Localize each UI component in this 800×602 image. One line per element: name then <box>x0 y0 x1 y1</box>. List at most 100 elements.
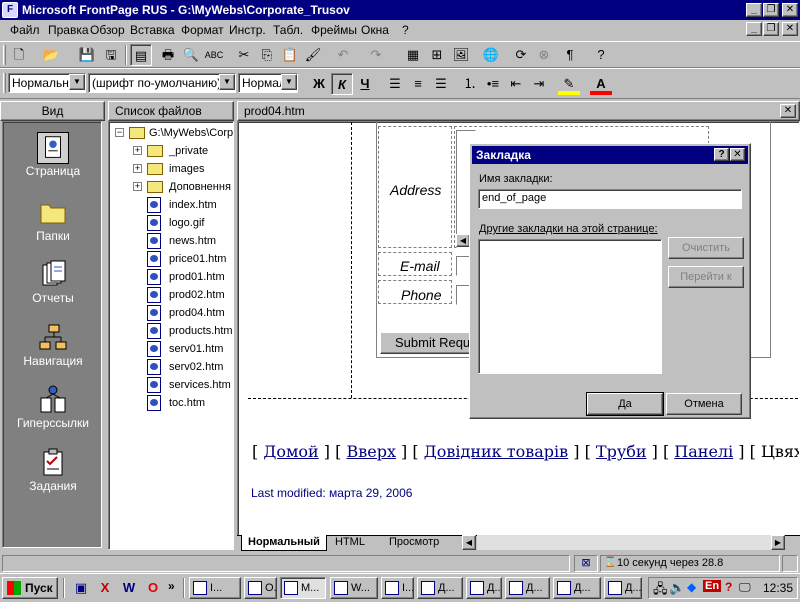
close-page-button[interactable]: ✕ <box>780 104 796 118</box>
expand-icon[interactable]: + <box>133 182 142 191</box>
doc-restore-button[interactable]: ❐ <box>763 22 779 36</box>
bold-icon[interactable]: Ж <box>308 73 330 95</box>
italic-icon[interactable]: К <box>331 73 353 95</box>
highlight-color-icon[interactable]: ✎ <box>558 73 580 95</box>
view-page[interactable]: Страница <box>3 132 103 178</box>
nav-link-up[interactable]: Вверх <box>346 442 396 461</box>
print-icon[interactable]: 🖶 <box>157 44 179 66</box>
cut-icon[interactable]: ✂ <box>233 44 255 66</box>
taskbar-window-button[interactable]: I... <box>381 577 414 599</box>
insert-component-icon[interactable]: ▦ <box>402 44 424 66</box>
open-folder-icon[interactable]: 📂 <box>40 44 62 66</box>
tray-volume-icon[interactable]: 🔊 <box>669 580 685 596</box>
nav-link-pipes[interactable]: Труби <box>596 442 647 461</box>
view-tasks[interactable]: Задания <box>3 447 103 493</box>
publish-icon[interactable]: 🖫 <box>100 44 122 66</box>
dialog-close-icon[interactable]: ✕ <box>730 148 745 161</box>
tab-preview[interactable]: Просмотр <box>389 536 439 548</box>
start-button[interactable]: Пуск <box>2 577 58 599</box>
toolbar-grip[interactable] <box>3 45 6 65</box>
numbering-icon[interactable]: ⒈ <box>459 73 481 95</box>
taskbar-window-button[interactable]: Д... <box>505 577 550 599</box>
font-select[interactable]: (шрифт по-умолчанию) ▼ <box>88 73 236 93</box>
align-left-icon[interactable]: ☰ <box>384 73 406 95</box>
tab-html[interactable]: HTML <box>335 536 365 548</box>
quicklaunch-frontpage-icon[interactable]: ▣ <box>70 577 92 599</box>
font-color-icon[interactable]: A <box>590 73 612 95</box>
chevron-down-icon[interactable]: ▼ <box>219 74 235 90</box>
menu-view[interactable]: Обзор <box>90 23 125 37</box>
style-select[interactable]: Нормальный ▼ <box>8 73 86 93</box>
nav-link-panels[interactable]: Панелі <box>674 442 733 461</box>
frontpage-app-icon[interactable]: F <box>2 2 18 18</box>
align-center-icon[interactable]: ≡ <box>407 73 429 95</box>
nav-link-catalog[interactable]: Довідник товарів <box>424 442 568 461</box>
undo-icon[interactable]: ↶ <box>332 44 354 66</box>
nav-link-home[interactable]: Домой <box>263 442 318 461</box>
bullets-icon[interactable]: •≡ <box>482 73 504 95</box>
nav-link-nails[interactable]: Цвях <box>761 442 799 461</box>
expand-icon[interactable]: + <box>133 164 142 173</box>
menu-windows[interactable]: Окна <box>361 23 389 37</box>
decrease-indent-icon[interactable]: ⇤ <box>505 73 527 95</box>
menu-insert[interactable]: Вставка <box>130 23 175 37</box>
scroll-left-icon[interactable]: ◀ <box>456 234 470 247</box>
menu-file[interactable]: Файл <box>10 23 40 37</box>
hyperlink-icon[interactable]: 🌐 <box>480 44 502 66</box>
size-select[interactable]: Нормаль ▼ <box>238 73 298 93</box>
stop-icon[interactable]: ⊗ <box>533 44 555 66</box>
new-page-icon[interactable]: 🗋 <box>8 44 30 66</box>
taskbar-window-button[interactable]: I... <box>189 577 241 599</box>
chevron-down-icon[interactable]: ▼ <box>281 74 297 90</box>
taskbar-window-button[interactable]: W... <box>330 577 378 599</box>
view-navigation[interactable]: Навигация <box>3 322 103 368</box>
insert-picture-icon[interactable]: 🖼 <box>450 44 472 66</box>
refresh-icon[interactable]: ⟳ <box>510 44 532 66</box>
view-hyperlinks[interactable]: Гиперссылки <box>3 384 103 430</box>
doc-close-button[interactable]: ✕ <box>782 22 798 36</box>
close-button[interactable]: ✕ <box>782 3 798 17</box>
show-all-icon[interactable]: ¶ <box>559 44 581 66</box>
help-icon[interactable]: ? <box>590 44 612 66</box>
clear-button[interactable]: Очистить <box>668 237 744 259</box>
other-bookmarks-list[interactable] <box>478 239 662 374</box>
menu-help[interactable]: ? <box>402 23 409 37</box>
quicklaunch-excel-icon[interactable]: X <box>94 577 116 599</box>
expand-icon[interactable]: + <box>133 146 142 155</box>
save-icon[interactable]: 💾 <box>76 44 98 66</box>
taskbar-window-button[interactable]: Д... <box>466 577 502 599</box>
doc-minimize-button[interactable]: _ <box>746 22 762 36</box>
ok-button[interactable]: Да <box>586 392 664 416</box>
redo-icon[interactable]: ↷ <box>365 44 387 66</box>
bookmark-name-input[interactable]: end_of_page <box>478 189 742 209</box>
paste-icon[interactable]: 📋 <box>279 44 301 66</box>
tray-help-icon[interactable]: ? <box>725 580 732 594</box>
format-painter-icon[interactable]: 🖌 <box>302 44 324 66</box>
align-right-icon[interactable]: ☰ <box>430 73 452 95</box>
taskbar-window-button[interactable]: O... <box>244 577 277 599</box>
goto-button[interactable]: Перейти к <box>668 266 744 288</box>
print-preview-icon[interactable]: 🔍 <box>180 44 202 66</box>
toolbar-grip[interactable] <box>3 73 6 93</box>
quicklaunch-opera-icon[interactable]: O <box>142 577 164 599</box>
menu-table[interactable]: Табл. <box>273 23 303 37</box>
more-icon[interactable]: » <box>168 579 175 593</box>
underline-icon[interactable]: Ч <box>354 73 376 95</box>
taskbar-window-button[interactable]: Д... <box>604 577 642 599</box>
collapse-icon[interactable]: − <box>115 128 124 137</box>
insert-table-icon[interactable]: ⊞ <box>426 44 448 66</box>
hscroll-left-icon[interactable]: ◀ <box>462 535 476 550</box>
minimize-button[interactable]: _ <box>746 3 762 17</box>
tray-network-icon[interactable]: 🖧 <box>653 580 668 602</box>
view-reports[interactable]: Отчеты <box>3 259 103 305</box>
chevron-down-icon[interactable]: ▼ <box>69 74 85 90</box>
folder-tree[interactable]: − G:\MyWebs\Corp + _private + images + Д… <box>108 121 234 550</box>
taskbar-window-button[interactable]: M... <box>280 577 326 599</box>
spelling-icon[interactable]: ABC <box>203 44 225 66</box>
copy-icon[interactable]: ⎘ <box>256 44 278 66</box>
taskbar-window-button[interactable]: Д... <box>553 577 601 599</box>
tray-clock[interactable]: 12:35 <box>763 581 793 595</box>
tab-normal[interactable]: Нормальный <box>241 535 327 551</box>
restore-button[interactable]: ❐ <box>763 3 779 17</box>
dialog-help-icon[interactable]: ? <box>714 148 729 161</box>
